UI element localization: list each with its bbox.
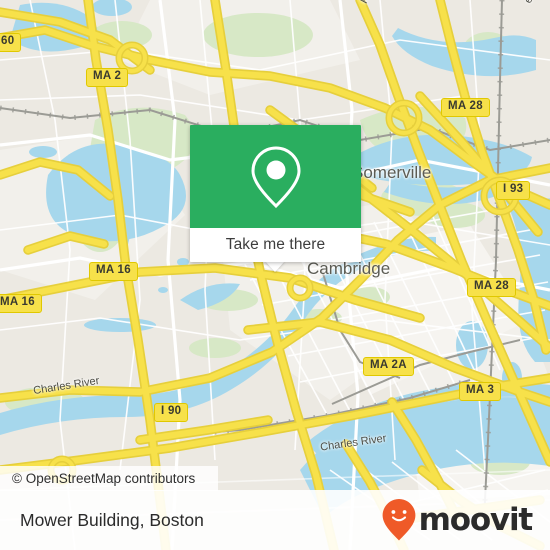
footer-bar: Mower Building, Boston moovit	[0, 490, 550, 550]
moovit-wordmark: moovit	[418, 501, 534, 538]
route-shield-ma-3[interactable]: MA 3	[459, 382, 502, 401]
route-shield-ma-2a[interactable]: MA 2A	[363, 357, 414, 376]
route-shield-ma-16-west[interactable]: MA 16	[0, 294, 42, 313]
moovit-logo[interactable]: moovit	[381, 498, 534, 542]
route-shield-ma-28-north[interactable]: MA 28	[441, 98, 490, 117]
popup-icon-area	[190, 125, 361, 228]
route-shield-ma-2[interactable]: MA 2	[86, 68, 129, 87]
popup-pointer-tail	[265, 261, 285, 272]
route-shield-ma-16-north[interactable]: MA 16	[89, 262, 138, 281]
location-pin-icon	[250, 145, 301, 208]
location-popup-card[interactable]: Take me there	[190, 125, 361, 262]
map-screen: 60 MA 2 MA 28 I 93 MA 16 MA 16 MA 28 MA …	[0, 0, 550, 550]
moovit-smiley-pin-icon	[382, 499, 416, 541]
route-shield-i-90[interactable]: I 90	[154, 403, 189, 422]
route-shield-i-93[interactable]: I 93	[496, 181, 531, 200]
location-title: Mower Building, Boston	[20, 509, 204, 530]
place-label-cambridge: Cambridge	[307, 259, 391, 278]
route-shield-ma-60[interactable]: 60	[0, 33, 22, 52]
take-me-there-button[interactable]: Take me there	[190, 228, 361, 262]
map-attribution[interactable]: © OpenStreetMap contributors	[0, 466, 195, 491]
place-label-somerville: Somerville	[352, 163, 432, 182]
route-shield-ma-28-south[interactable]: MA 28	[467, 278, 516, 297]
